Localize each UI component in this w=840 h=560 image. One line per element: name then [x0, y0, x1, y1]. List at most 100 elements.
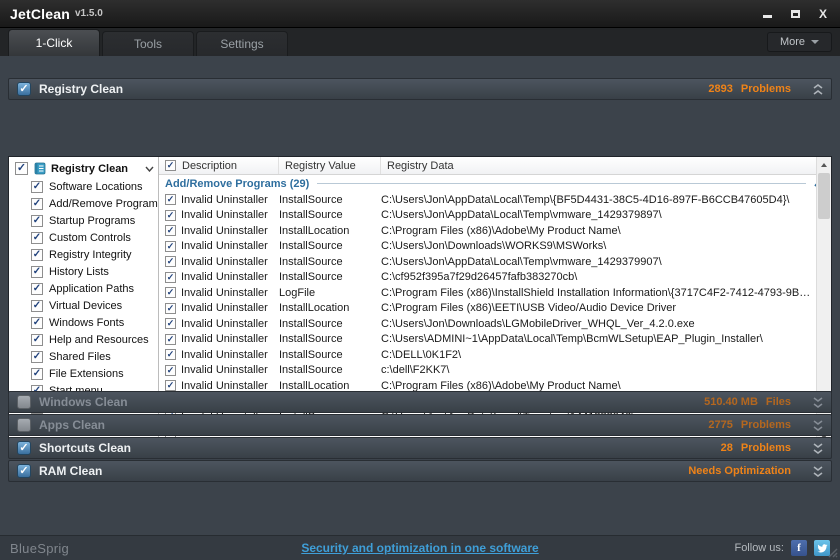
status-unit: Problems [741, 419, 791, 431]
registry-clean-checkbox[interactable]: ✓ [17, 82, 31, 96]
tree-item-add-remove-programs[interactable]: ✓Add/Remove Programs [9, 195, 158, 212]
cell-description: Invalid Uninstaller [181, 333, 272, 345]
tree-item-checkbox[interactable]: ✓ [31, 368, 43, 380]
scroll-up-button[interactable] [817, 157, 831, 172]
row-checkbox[interactable]: ✓ [165, 303, 176, 314]
tab-1-click[interactable]: 1-Click [8, 29, 100, 56]
cell-registry-data: C:\cf952f395a7f29d26457fafb383270cb\ [381, 271, 815, 283]
tree-root-checkbox[interactable]: ✓ [15, 162, 28, 175]
row-checkbox[interactable]: ✓ [165, 225, 176, 236]
tree-item-checkbox[interactable]: ✓ [31, 215, 43, 227]
tree-item-checkbox[interactable]: ✓ [31, 351, 43, 363]
tree-item-startup-programs[interactable]: ✓Startup Programs [9, 212, 158, 229]
tree-item-application-paths[interactable]: ✓Application Paths [9, 280, 158, 297]
scrollbar-thumb[interactable] [818, 173, 830, 219]
group-header[interactable]: Add/Remove Programs (29) [159, 175, 831, 192]
row-checkbox[interactable]: ✓ [165, 241, 176, 252]
table-row[interactable]: ✓Invalid UninstallerInstallSourceC:\User… [159, 332, 815, 348]
tree-item-checkbox[interactable]: ✓ [31, 198, 43, 210]
section-shortcuts-clean[interactable]: ✓ Shortcuts Clean 28 Problems [8, 437, 832, 459]
more-button[interactable]: More [767, 32, 832, 52]
section-apps-clean[interactable]: Apps Clean 2775 Problems [8, 414, 832, 436]
ram-clean-checkbox[interactable]: ✓ [17, 464, 31, 478]
table-row[interactable]: ✓Invalid UninstallerInstallSourcec:\dell… [159, 363, 815, 379]
row-checkbox[interactable]: ✓ [165, 334, 176, 345]
tree-item-windows-fonts[interactable]: ✓Windows Fonts [9, 314, 158, 331]
tab-label: Tools [134, 37, 162, 51]
tree-item-checkbox[interactable]: ✓ [31, 232, 43, 244]
tree-item-checkbox[interactable]: ✓ [31, 266, 43, 278]
tree-item-checkbox[interactable]: ✓ [31, 317, 43, 329]
minimize-button[interactable] [760, 8, 774, 20]
row-checkbox[interactable]: ✓ [165, 272, 176, 283]
cell-description: Invalid Uninstaller [181, 240, 272, 252]
table-row[interactable]: ✓Invalid UninstallerInstallLocationC:\Pr… [159, 223, 815, 239]
row-checkbox[interactable]: ✓ [165, 365, 176, 376]
facebook-icon[interactable]: f [791, 540, 807, 556]
cell-registry-value: InstallLocation [279, 380, 381, 392]
maximize-button[interactable] [788, 8, 802, 20]
cell-registry-data: C:\Program Files (x86)\EETI\USB Video/Au… [381, 302, 815, 314]
tree-item-software-locations[interactable]: ✓ Software Locations [9, 178, 158, 195]
row-checkbox[interactable]: ✓ [165, 318, 176, 329]
tree-item-custom-controls[interactable]: ✓Custom Controls [9, 229, 158, 246]
tree-item-checkbox[interactable]: ✓ [31, 334, 43, 346]
row-checkbox[interactable]: ✓ [165, 287, 176, 298]
twitter-icon[interactable] [814, 540, 830, 556]
cell-description: Invalid Uninstaller [181, 287, 272, 299]
apps-clean-checkbox[interactable] [17, 418, 31, 432]
tree-item-registry-integrity[interactable]: ✓Registry Integrity [9, 246, 158, 263]
header-registry-value[interactable]: Registry Value [279, 157, 381, 174]
row-checkbox[interactable]: ✓ [165, 256, 176, 267]
row-checkbox[interactable]: ✓ [165, 380, 176, 391]
table-row[interactable]: ✓Invalid UninstallerInstallLocationC:\Pr… [159, 301, 815, 317]
tab-tools[interactable]: Tools [102, 31, 194, 56]
table-row[interactable]: ✓Invalid UninstallerLogFileC:\Program Fi… [159, 285, 815, 301]
table-row[interactable]: ✓Invalid UninstallerInstallSourceC:\User… [159, 254, 815, 270]
table-row[interactable]: ✓Invalid UninstallerInstallSourceC:\User… [159, 208, 815, 224]
chevron-double-down-icon[interactable] [813, 420, 823, 431]
tree-item-label: Software Locations [49, 181, 143, 193]
table-row[interactable]: ✓Invalid UninstallerInstallSourceC:\DELL… [159, 347, 815, 363]
tree-item-checkbox[interactable]: ✓ [31, 300, 43, 312]
chevron-double-down-icon[interactable] [813, 443, 823, 454]
tree-item-file-extensions[interactable]: ✓ File Extensions [9, 365, 158, 382]
table-row[interactable]: ✓Invalid UninstallerInstallSourceC:\User… [159, 192, 815, 208]
select-all-checkbox[interactable]: ✓ [165, 160, 176, 171]
chevron-double-down-icon[interactable] [813, 397, 823, 408]
app-version: v1.5.0 [75, 8, 103, 19]
cell-registry-value: InstallLocation [279, 225, 381, 237]
header-registry-data[interactable]: Registry Data [381, 157, 831, 174]
windows-clean-checkbox[interactable] [17, 395, 31, 409]
chevron-double-up-icon[interactable] [813, 84, 823, 95]
section-windows-clean[interactable]: Windows Clean 510.40 MB Files [8, 391, 832, 413]
section-registry-clean[interactable]: ✓ Registry Clean 2893 Problems [8, 78, 832, 100]
cell-registry-value: InstallSource [279, 194, 381, 206]
tree-item-checkbox[interactable]: ✓ [31, 249, 43, 261]
tree-item-shared-files[interactable]: ✓Shared Files [9, 348, 158, 365]
tree-item-virtual-devices[interactable]: ✓Virtual Devices [9, 297, 158, 314]
chevron-down-icon[interactable] [145, 164, 154, 174]
row-checkbox[interactable]: ✓ [165, 210, 176, 221]
section-ram-clean[interactable]: ✓ RAM Clean Needs Optimization [8, 460, 832, 482]
header-description[interactable]: ✓ Description [159, 157, 279, 174]
tab-settings[interactable]: Settings [196, 31, 288, 56]
chevron-double-down-icon[interactable] [813, 466, 823, 477]
tree-item-checkbox[interactable]: ✓ [31, 181, 43, 193]
table-row[interactable]: ✓Invalid UninstallerInstallSourceC:\User… [159, 239, 815, 255]
tree-item-history-lists[interactable]: ✓History Lists [9, 263, 158, 280]
close-button[interactable]: X [816, 8, 830, 20]
tree-item-checkbox[interactable]: ✓ [31, 283, 43, 295]
tree-item-help-and-resources[interactable]: ✓Help and Resources [9, 331, 158, 348]
cell-description: Invalid Uninstaller [181, 364, 272, 376]
table-row[interactable]: ✓Invalid UninstallerInstallSourceC:\User… [159, 316, 815, 332]
tagline-link[interactable]: Security and optimization in one softwar… [0, 541, 840, 555]
shortcuts-clean-checkbox[interactable]: ✓ [17, 441, 31, 455]
section-status: Needs Optimization [688, 465, 823, 477]
cell-registry-value: InstallSource [279, 333, 381, 345]
tree-item-label: File Extensions [49, 368, 124, 380]
tree-root-registry-clean[interactable]: ✓ Registry Clean [9, 159, 158, 178]
table-row[interactable]: ✓Invalid UninstallerInstallSourceC:\cf95… [159, 270, 815, 286]
row-checkbox[interactable]: ✓ [165, 194, 176, 205]
row-checkbox[interactable]: ✓ [165, 349, 176, 360]
